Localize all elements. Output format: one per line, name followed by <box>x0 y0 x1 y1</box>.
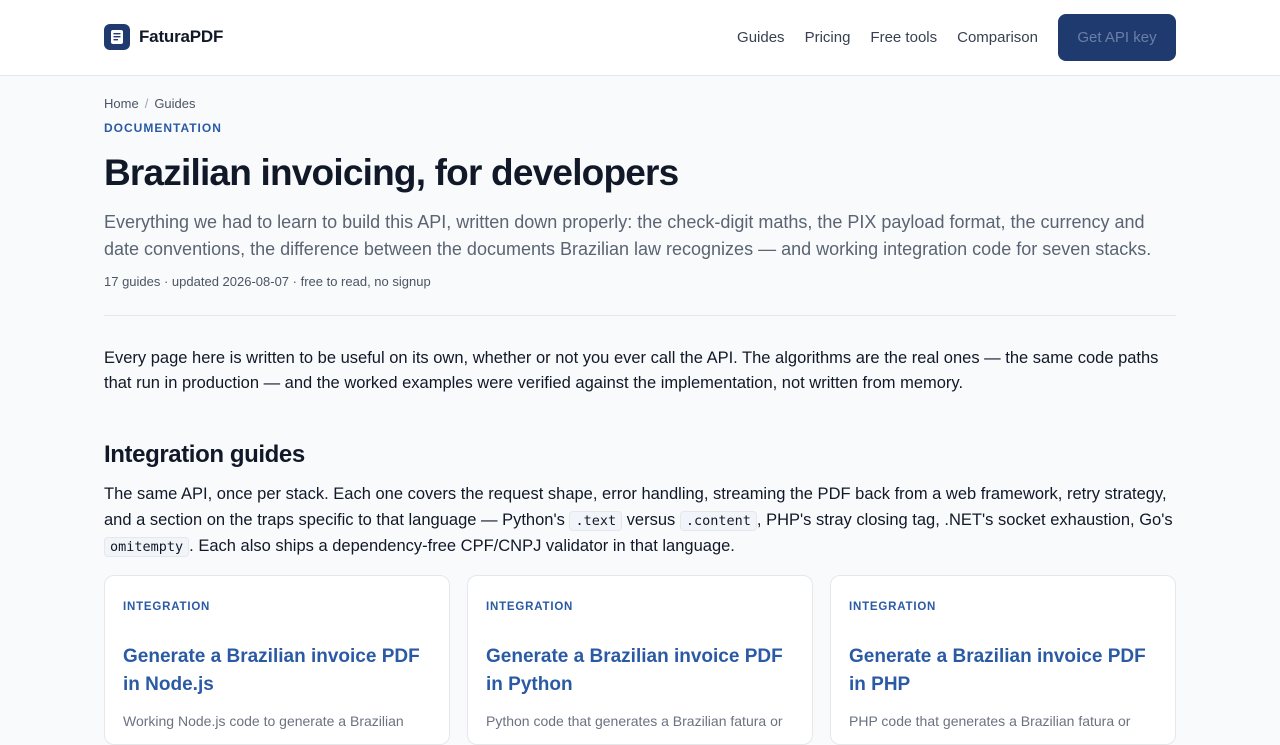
main-nav: Guides Pricing Free tools Comparison Get… <box>737 14 1176 61</box>
nav-link-free-tools[interactable]: Free tools <box>870 29 937 46</box>
card-tag: INTEGRATION <box>486 601 574 613</box>
card-description: PHP code that generates a Brazilian fatu… <box>849 713 1131 729</box>
brand-name: FaturaPDF <box>139 27 224 46</box>
nav-link-guides[interactable]: Guides <box>737 29 785 46</box>
section-desc-text: , PHP's stray closing tag, .NET's socket… <box>756 510 1173 529</box>
divider <box>104 315 1176 316</box>
get-api-key-button[interactable]: Get API key <box>1058 14 1176 61</box>
card-description: Working Node.js code to generate a Brazi… <box>123 713 404 729</box>
document-logo-icon <box>104 24 130 50</box>
card-title: Generate a Brazilian invoice PDF in Node… <box>123 646 420 695</box>
breadcrumb-separator: / <box>144 96 149 111</box>
inline-code: .content <box>679 510 757 531</box>
card-tag: INTEGRATION <box>123 601 211 613</box>
breadcrumb: Home / Guides <box>104 96 196 111</box>
brand-home-link[interactable]: FaturaPDF <box>104 24 223 50</box>
inline-code: .text <box>569 510 623 531</box>
page-lede: Everything we had to learn to build this… <box>104 212 1152 259</box>
nav-link-comparison[interactable]: Comparison <box>957 29 1038 46</box>
inline-code: omitempty <box>104 537 190 557</box>
section-description: The same API, once per stack. Each one c… <box>104 482 1176 561</box>
nav-link-pricing[interactable]: Pricing <box>805 29 851 46</box>
card-title: Generate a Brazilian invoice PDF in Pyth… <box>486 646 783 695</box>
intro-paragraph: Every page here is written to be useful … <box>104 349 1159 392</box>
card-description: Python code that generates a Brazilian f… <box>486 713 783 729</box>
section-eyebrow: DOCUMENTATION <box>104 121 222 135</box>
top-navigation-bar: FaturaPDF Guides Pricing Free tools Comp… <box>0 0 1280 76</box>
section-heading: Integration guides <box>104 441 305 468</box>
section-desc-text: . Each also ships a dependency-free CPF/… <box>189 537 735 555</box>
breadcrumb-guides-link[interactable]: Guides <box>154 96 195 111</box>
card-title: Generate a Brazilian invoice PDF in PHP <box>849 646 1146 695</box>
section-desc-text: versus <box>622 510 680 529</box>
page-title: Brazilian invoicing, for developers <box>104 152 679 193</box>
breadcrumb-home-link[interactable]: Home <box>104 96 139 111</box>
page-meta: 17 guides · updated 2026-08-07 · free to… <box>104 274 431 289</box>
card-tag: INTEGRATION <box>849 601 937 613</box>
